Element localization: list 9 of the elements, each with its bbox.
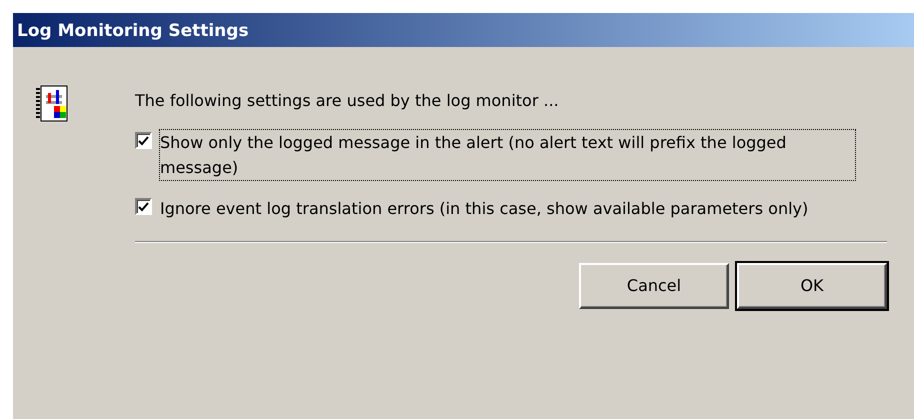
dialog-button[interactable]: Cancel [579,263,729,309]
checkbox[interactable] [135,132,152,149]
dialog-button[interactable]: OK [737,263,887,309]
window-title: Log Monitoring Settings [13,13,914,47]
checkbox-label[interactable]: Ignore event log translation errors (in this case, show available parameters only) [160,196,808,221]
checkbox-label[interactable]: Show only the logged message in the alert (no alert text will prefix the logged message) [160,130,855,180]
checkbox[interactable] [135,198,152,215]
intro-text: The following settings are used by the log monitor ... [135,90,560,112]
log-document-icon [36,85,70,123]
